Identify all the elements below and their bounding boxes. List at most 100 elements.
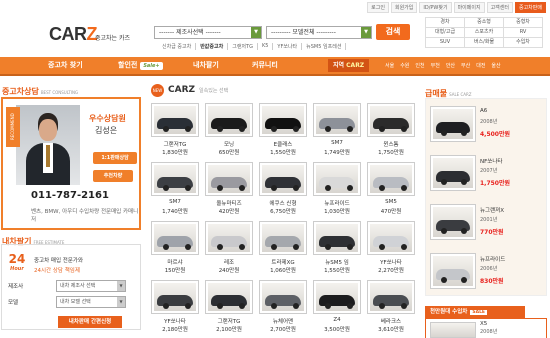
car-card[interactable]: SM7 1,749만원 — [313, 103, 361, 159]
car-card[interactable]: 올뉴마티즈 420만원 — [205, 162, 253, 218]
car-card[interactable]: 트라제XG 1,060만원 — [259, 221, 307, 277]
car-thumbnail[interactable] — [367, 162, 415, 196]
car-name[interactable]: 레조 — [205, 258, 253, 266]
car-name[interactable]: 베라크스 — [367, 317, 415, 325]
top-link[interactable]: 마이페이지 — [453, 2, 485, 13]
region-link[interactable]: 안산 — [443, 62, 458, 69]
car-card[interactable]: E클래스 1,550만원 — [259, 103, 307, 159]
car-name[interactable]: 모닝 — [205, 140, 253, 148]
car-card[interactable]: 뉴체어맨 2,700만원 — [259, 280, 307, 336]
category-link[interactable]: 대형/고급 — [426, 28, 465, 38]
category-link[interactable]: 경차 — [426, 18, 465, 28]
car-card[interactable]: YF쏘나타 2,270만원 — [367, 221, 415, 277]
car-thumbnail[interactable] — [151, 280, 199, 314]
logo[interactable]: CARZ — [49, 24, 97, 45]
car-thumbnail[interactable] — [367, 221, 415, 255]
car-thumbnail[interactable] — [367, 103, 415, 137]
car-name[interactable]: SM7 — [313, 140, 361, 146]
sale-thumbnail[interactable] — [430, 106, 476, 142]
car-thumbnail[interactable] — [313, 103, 361, 137]
top-link[interactable]: 중고차판매 — [514, 2, 546, 13]
car-thumbnail[interactable] — [259, 162, 307, 196]
car-name[interactable]: 트라제XG — [259, 258, 307, 266]
nav-community[interactable]: 커뮤니티 — [252, 57, 278, 74]
car-card[interactable]: 그랜저TG 1,830만원 — [151, 103, 199, 159]
region-link[interactable]: 서울 — [382, 62, 397, 69]
car-card[interactable]: 그랜저TG 2,100만원 — [205, 280, 253, 336]
nav-discount[interactable]: 할인전 Sale+ — [118, 57, 163, 74]
category-link[interactable]: SUV — [426, 38, 465, 48]
car-name[interactable]: 올뉴마티즈 — [205, 199, 253, 207]
category-link[interactable]: 중소형 — [465, 18, 504, 28]
car-thumbnail[interactable] — [151, 162, 199, 196]
sale-item[interactable]: 뉴그랜져X 2001년 770만원 — [430, 204, 544, 250]
car-card[interactable]: 마르샤 150만원 — [151, 221, 199, 277]
sale-thumbnail[interactable] — [430, 204, 476, 240]
car-name[interactable]: 뉴SM5 임 — [313, 258, 361, 266]
car-thumbnail[interactable] — [259, 221, 307, 255]
car-thumbnail[interactable] — [205, 162, 253, 196]
category-link[interactable]: RV — [504, 28, 543, 38]
sale-car-name[interactable]: NF쏘나타 — [480, 157, 502, 165]
sale-item[interactable]: A6 2008년 4,500만원 — [430, 106, 544, 152]
car-name[interactable]: 그랜저TG — [205, 317, 253, 325]
sale-thumbnail[interactable] — [430, 155, 476, 191]
sale-car-name[interactable]: 뉴프라이드 — [480, 255, 505, 263]
car-thumbnail[interactable] — [259, 280, 307, 314]
nav-sell-my-car[interactable]: 내차팔기 — [193, 57, 219, 74]
deal-car-name[interactable]: X5 — [480, 321, 487, 327]
car-thumbnail[interactable] — [259, 103, 307, 137]
car-name[interactable]: 뉴체어맨 — [259, 317, 307, 325]
car-name[interactable]: YF쏘나타 — [367, 258, 415, 266]
car-name[interactable]: YF쏘나타 — [151, 317, 199, 325]
car-name[interactable]: 윈스톰 — [367, 140, 415, 148]
quick-link[interactable]: K5 — [258, 43, 274, 50]
car-name[interactable]: Z4 — [313, 317, 361, 323]
car-thumbnail[interactable] — [205, 103, 253, 137]
car-card[interactable]: 베라크스 3,610만원 — [367, 280, 415, 336]
car-name[interactable]: SM5 — [367, 199, 415, 205]
quick-link[interactable]: 그랜저TG — [228, 43, 258, 50]
car-thumbnail[interactable] — [313, 221, 361, 255]
top-link[interactable]: 회원가입 — [390, 2, 418, 13]
quick-link[interactable]: 뉴SM5 임프레션 — [302, 43, 347, 50]
search-button[interactable]: 검색 — [376, 24, 410, 40]
region-link[interactable]: 울산 — [488, 62, 503, 69]
quick-link[interactable]: 반값중고차 — [196, 43, 229, 50]
my-car-model-select[interactable]: 내차 모델 선택 ▼ — [56, 296, 126, 308]
region-link[interactable]: 수원 — [397, 62, 412, 69]
car-name[interactable]: 마르샤 — [151, 258, 199, 266]
car-thumbnail[interactable] — [205, 280, 253, 314]
nav-used-car-search[interactable]: 중고차 찾기 — [48, 57, 83, 74]
car-thumbnail[interactable] — [313, 280, 361, 314]
one-on-one-consult-button[interactable]: 1:1판매상담 — [93, 152, 137, 164]
category-link[interactable]: 스포츠카 — [465, 28, 504, 38]
maker-select[interactable]: ------- 제조사선택 ------- ▼ — [154, 26, 262, 39]
top-link[interactable]: 고객센터 — [486, 2, 513, 13]
car-card[interactable]: YF쏘나타 2,180만원 — [151, 280, 199, 336]
sale-thumbnail[interactable] — [430, 253, 476, 289]
car-thumbnail[interactable] — [151, 221, 199, 255]
sale-item[interactable]: NF쏘나타 2007년 1,750만원 — [430, 155, 544, 201]
region-link[interactable]: 부산 — [458, 62, 473, 69]
sale-car-name[interactable]: A6 — [480, 108, 487, 114]
car-name[interactable]: SM7 — [151, 199, 199, 205]
car-card[interactable]: 뉴SM5 임 1,550만원 — [313, 221, 361, 277]
car-thumbnail[interactable] — [151, 103, 199, 137]
region-link[interactable]: 대전 — [473, 62, 488, 69]
quick-link[interactable]: 신차급 중고차 — [158, 43, 197, 50]
car-card[interactable]: SM7 1,740만원 — [151, 162, 199, 218]
car-name[interactable]: 에쿠스 신형 — [259, 199, 307, 207]
model-select[interactable]: --------- 모델전체 --------- ▼ — [266, 26, 372, 39]
sale-car-name[interactable]: 뉴그랜져X — [480, 206, 504, 214]
car-card[interactable]: SM5 470만원 — [367, 162, 415, 218]
car-card[interactable]: 에쿠스 신형 6,750만원 — [259, 162, 307, 218]
my-car-maker-select[interactable]: 내차 제조사 선택 ▼ — [56, 280, 126, 292]
sell-apply-button[interactable]: 내차판매 간편신청 — [58, 316, 122, 328]
region-link[interactable]: 부천 — [428, 62, 443, 69]
sale-item[interactable]: 뉴프라이드 2006년 830만원 — [430, 253, 544, 299]
car-thumbnail[interactable] — [367, 280, 415, 314]
car-card[interactable]: Z4 3,500만원 — [313, 280, 361, 336]
car-name[interactable]: 그랜저TG — [151, 140, 199, 148]
car-thumbnail[interactable] — [313, 162, 361, 196]
